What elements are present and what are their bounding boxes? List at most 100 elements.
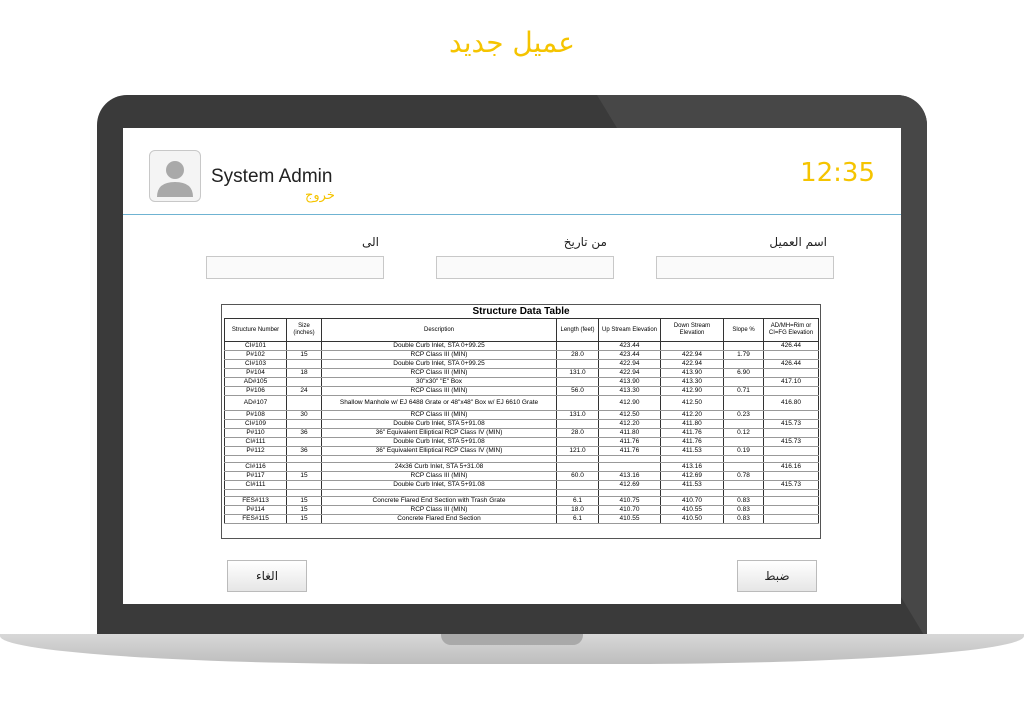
table-cell: Double Curb Inlet, STA 0+99.25 bbox=[321, 341, 557, 351]
table-cell: 422.94 bbox=[598, 368, 661, 378]
table-cell: AD#105 bbox=[224, 377, 287, 387]
table-cell: FES#115 bbox=[224, 514, 287, 524]
table-cell bbox=[763, 428, 819, 438]
table-cell bbox=[723, 359, 764, 369]
customer-name-input[interactable] bbox=[656, 256, 834, 279]
table-cell: 413.30 bbox=[660, 377, 724, 387]
table-cell: AD#107 bbox=[224, 395, 287, 411]
user-avatar-icon[interactable] bbox=[149, 150, 201, 202]
column-header: AD/MH=Rim or CI=FG Elevation bbox=[763, 318, 819, 342]
table-cell bbox=[556, 455, 599, 463]
table-cell bbox=[556, 359, 599, 369]
table-row: CI#101 Double Curb Inlet, STA 0+99.25 423.… bbox=[224, 341, 819, 351]
table-cell: 6.1 bbox=[556, 514, 599, 524]
table-cell bbox=[723, 462, 764, 472]
table-cell: 412.20 bbox=[660, 410, 724, 420]
clock: 12:35 bbox=[800, 158, 875, 188]
table-cell: 24 bbox=[286, 386, 322, 396]
table-header-row: Structure Number Size (inches) Descripti… bbox=[224, 318, 819, 342]
table-cell: CI#109 bbox=[224, 419, 287, 429]
table-cell: RCP Class III (MIN) bbox=[321, 410, 557, 420]
table-cell: 1.79 bbox=[723, 350, 764, 360]
column-header: Description bbox=[321, 318, 557, 342]
table-row bbox=[224, 489, 819, 497]
table-cell: P#106 bbox=[224, 386, 287, 396]
table-cell: 415.73 bbox=[763, 419, 819, 429]
table-cell: 0.12 bbox=[723, 428, 764, 438]
table-cell: P#102 bbox=[224, 350, 287, 360]
structure-data-table: Structure Number Size (inches) Descripti… bbox=[224, 318, 819, 524]
table-cell bbox=[660, 489, 724, 497]
table-cell: CI#111 bbox=[224, 480, 287, 490]
table-cell bbox=[286, 480, 322, 490]
table-cell bbox=[763, 350, 819, 360]
table-row: AD#107 Shallow Manhole w/ EJ 6488 Grate o… bbox=[224, 395, 819, 411]
submit-button[interactable]: ضبط bbox=[737, 560, 817, 592]
table-cell bbox=[723, 455, 764, 463]
table-row: P#102 15 RCP Class III (MIN) 28.0 423.44 422.… bbox=[224, 350, 819, 360]
table-cell: 0.83 bbox=[723, 514, 764, 524]
table-cell: 0.19 bbox=[723, 446, 764, 456]
table-cell bbox=[556, 489, 599, 497]
table-cell: Double Curb Inlet, STA 5+91.08 bbox=[321, 437, 557, 447]
table-cell: 412.50 bbox=[598, 410, 661, 420]
table-row: P#114 15 RCP Class III (MIN) 18.0 410.70 410.… bbox=[224, 505, 819, 515]
table-cell: P#114 bbox=[224, 505, 287, 515]
table-cell: 30 bbox=[286, 410, 322, 420]
table-cell: 412.69 bbox=[660, 471, 724, 481]
table-row: P#117 15 RCP Class III (MIN) 60.0 413.16 412.… bbox=[224, 471, 819, 481]
table-cell bbox=[723, 341, 764, 351]
document-title: Structure Data Table bbox=[472, 306, 570, 317]
table-cell: 417.10 bbox=[763, 377, 819, 387]
to-date-input[interactable] bbox=[206, 256, 384, 279]
table-cell: P#108 bbox=[224, 410, 287, 420]
table-cell: 60.0 bbox=[556, 471, 599, 481]
table-cell bbox=[224, 455, 287, 463]
table-row: P#110 36 36" Equivalent Elliptical RCP Cla… bbox=[224, 428, 819, 438]
table-cell: 426.44 bbox=[763, 359, 819, 369]
table-cell: 15 bbox=[286, 350, 322, 360]
table-cell: CI#101 bbox=[224, 341, 287, 351]
table-cell: 0.83 bbox=[723, 505, 764, 515]
table-cell bbox=[723, 437, 764, 447]
table-row: P#104 18 RCP Class III (MIN) 131.0 422.94 413… bbox=[224, 368, 819, 378]
table-cell: 413.16 bbox=[598, 471, 661, 481]
table-cell: Double Curb Inlet, STA 0+99.25 bbox=[321, 359, 557, 369]
table-cell: 15 bbox=[286, 496, 322, 506]
table-cell bbox=[763, 489, 819, 497]
table-cell bbox=[598, 462, 661, 472]
customer-name-label: اسم العميل bbox=[769, 235, 827, 249]
logout-link[interactable]: خروج bbox=[305, 188, 335, 203]
table-cell: 416.80 bbox=[763, 395, 819, 411]
table-cell: Concrete Flared End Section bbox=[321, 514, 557, 524]
table-row bbox=[224, 455, 819, 463]
cancel-button[interactable]: الغاء bbox=[227, 560, 307, 592]
table-cell bbox=[763, 496, 819, 506]
table-cell bbox=[763, 410, 819, 420]
table-cell bbox=[321, 489, 557, 497]
table-cell: 411.53 bbox=[660, 480, 724, 490]
table-cell bbox=[286, 395, 322, 411]
table-cell: RCP Class III (MIN) bbox=[321, 471, 557, 481]
table-cell: 411.80 bbox=[598, 428, 661, 438]
table-cell bbox=[286, 489, 322, 497]
from-date-input[interactable] bbox=[436, 256, 614, 279]
table-cell: RCP Class III (MIN) bbox=[321, 350, 557, 360]
table-cell bbox=[556, 377, 599, 387]
table-row: CI#111 Double Curb Inlet, STA 5+91.08 412.… bbox=[224, 480, 819, 490]
table-cell: 411.53 bbox=[660, 446, 724, 456]
table-cell: 413.30 bbox=[598, 386, 661, 396]
table-cell: P#117 bbox=[224, 471, 287, 481]
table-cell bbox=[598, 489, 661, 497]
table-cell: CI#116 bbox=[224, 462, 287, 472]
column-header: Size (inches) bbox=[286, 318, 322, 342]
table-cell: 131.0 bbox=[556, 368, 599, 378]
table-cell: 0.71 bbox=[723, 386, 764, 396]
table-cell: 415.73 bbox=[763, 437, 819, 447]
table-row: P#108 30 RCP Class III (MIN) 131.0 412.50 412… bbox=[224, 410, 819, 420]
table-cell: 412.90 bbox=[598, 395, 661, 411]
table-cell: 412.90 bbox=[660, 386, 724, 396]
table-cell: 410.55 bbox=[598, 514, 661, 524]
table-cell bbox=[286, 455, 322, 463]
table-row: FES#115 15 Concrete Flared End Section 6.1 4… bbox=[224, 514, 819, 524]
